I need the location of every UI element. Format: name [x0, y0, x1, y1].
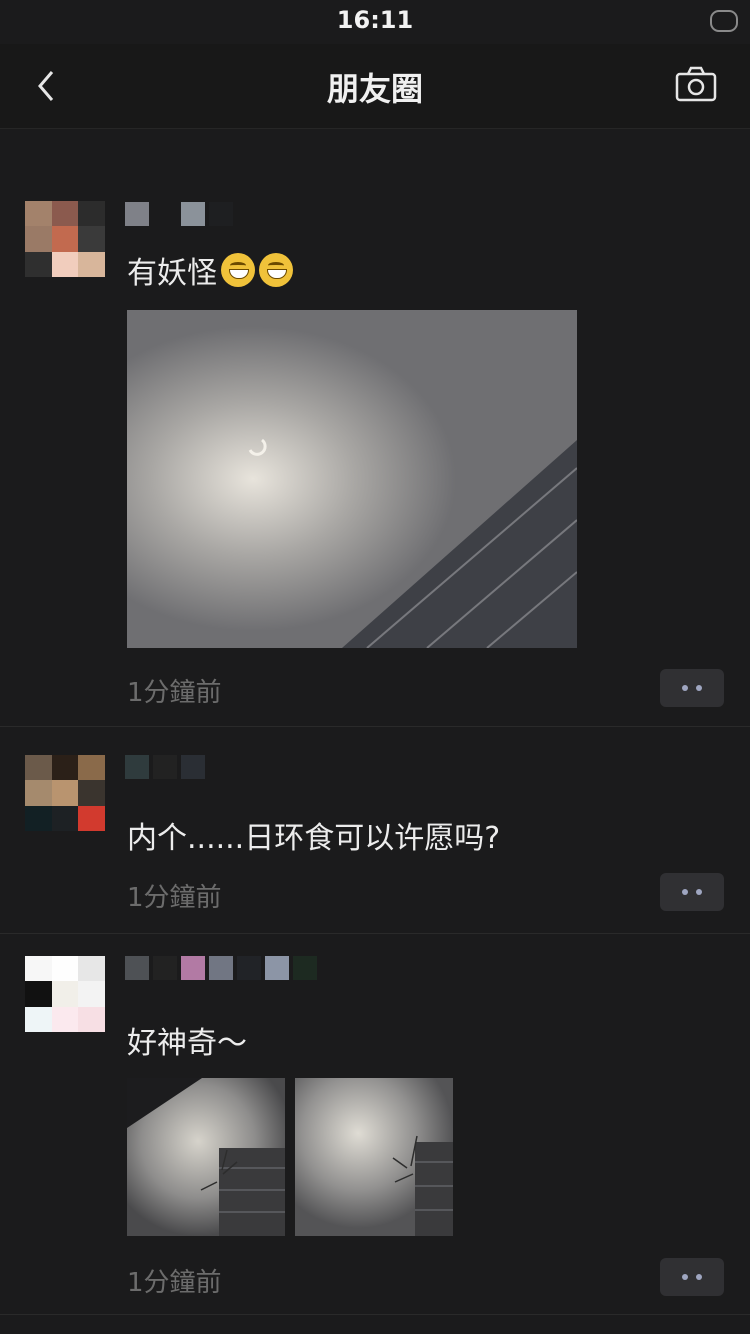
post-text: 好神奇～ — [127, 1026, 247, 1061]
more-actions-button[interactable] — [660, 873, 724, 911]
nav-bar: 朋友圈 — [0, 44, 750, 129]
post-time: 1分鐘前 — [127, 1268, 222, 1298]
eclipse-sky-image — [295, 1078, 453, 1236]
moment-post: 有妖怪 1分鐘前 — [0, 128, 750, 727]
page-title: 朋友圈 — [326, 70, 423, 108]
nickname-blurred[interactable] — [125, 202, 233, 228]
camera-icon — [675, 66, 717, 102]
avatar[interactable] — [25, 201, 105, 277]
post-photo[interactable] — [295, 1078, 453, 1236]
post-photo[interactable] — [127, 1078, 285, 1236]
nickname-blurred[interactable] — [125, 956, 317, 982]
post-time: 1分鐘前 — [127, 883, 222, 913]
more-actions-button[interactable] — [660, 1258, 724, 1296]
status-time: 16:11 — [336, 6, 414, 34]
avatar[interactable] — [25, 956, 105, 1032]
grin-emoji-icon — [259, 253, 293, 287]
camera-button[interactable] — [674, 64, 718, 104]
post-photo[interactable] — [127, 310, 577, 648]
post-text: 有妖怪 — [127, 248, 293, 292]
avatar[interactable] — [25, 755, 105, 831]
post-time: 1分鐘前 — [127, 678, 222, 708]
status-bar: 16:11 — [0, 0, 750, 44]
post-text: 内个......日环食可以许愿吗? — [127, 821, 501, 856]
moment-post: 内个......日环食可以许愿吗? 1分鐘前 — [0, 727, 750, 934]
grin-emoji-icon — [221, 253, 255, 287]
nickname-blurred[interactable] — [125, 755, 205, 781]
moment-post: 好神奇～ 1分鐘前 — [0, 934, 750, 1315]
eclipse-sky-image — [127, 1078, 285, 1236]
eclipse-sky-image — [127, 310, 577, 648]
more-actions-button[interactable] — [660, 669, 724, 707]
battery-icon — [710, 10, 738, 32]
